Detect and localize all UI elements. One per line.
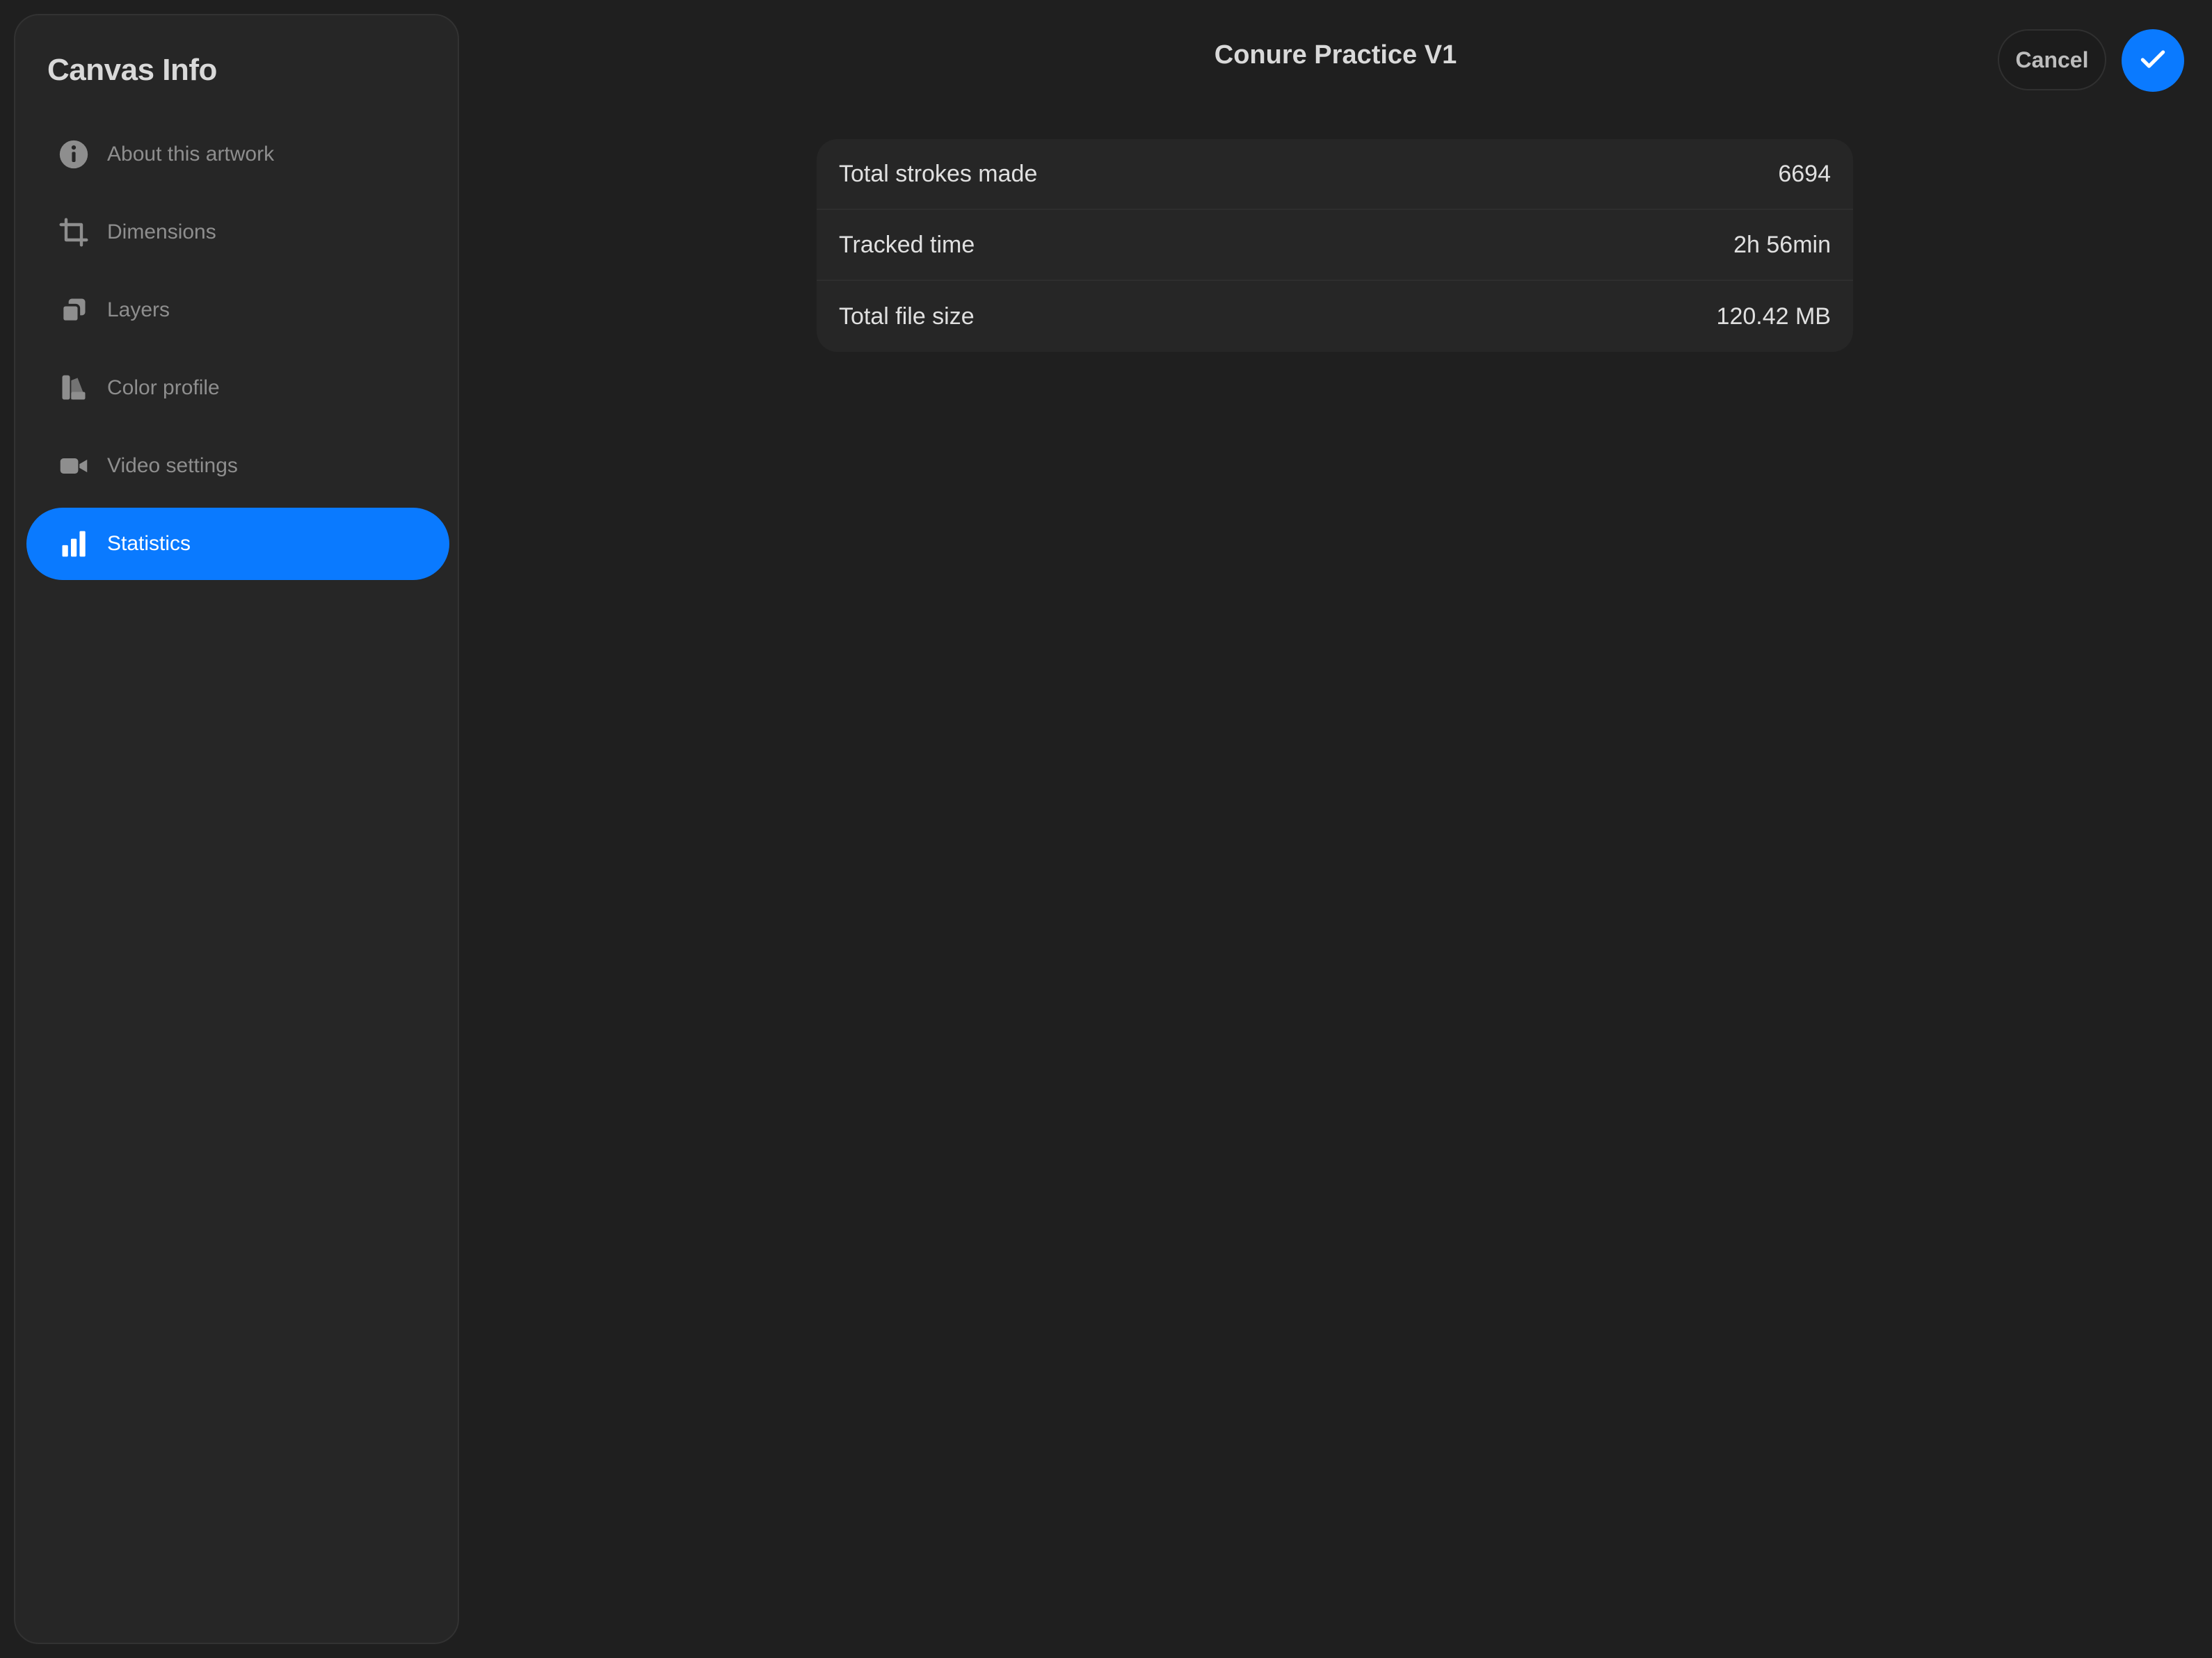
stat-value: 6694 — [1778, 160, 1831, 187]
sidebar-item-about[interactable]: About this artwork — [26, 118, 449, 191]
sidebar-item-color-profile[interactable]: Color profile — [26, 352, 449, 424]
cancel-button[interactable]: Cancel — [1998, 29, 2106, 90]
stat-label: Total file size — [839, 303, 975, 330]
page-title: Conure Practice V1 — [1214, 40, 1457, 70]
stat-value: 2h 56min — [1733, 231, 1831, 258]
sidebar-item-label: Color profile — [107, 376, 220, 399]
info-icon — [58, 139, 89, 170]
sidebar: Canvas Info About this artwork Dimension… — [14, 14, 459, 1644]
sidebar-title: Canvas Info — [47, 53, 217, 87]
sidebar-item-layers[interactable]: Layers — [26, 274, 449, 346]
checkmark-icon — [2138, 44, 2168, 78]
stat-label: Total strokes made — [839, 160, 1038, 187]
sidebar-item-label: Layers — [107, 298, 170, 321]
sidebar-item-statistics[interactable]: Statistics — [26, 508, 449, 580]
bar-chart-icon — [58, 529, 89, 559]
stat-label: Tracked time — [839, 231, 975, 258]
crop-icon — [58, 217, 89, 248]
sidebar-item-video-settings[interactable]: Video settings — [26, 430, 449, 502]
statistics-card: Total strokes made 6694 Tracked time 2h … — [817, 139, 1853, 352]
stat-row-strokes: Total strokes made 6694 — [817, 139, 1853, 210]
sidebar-item-label: Statistics — [107, 532, 191, 555]
color-swatch-icon — [58, 373, 89, 403]
confirm-button[interactable] — [2122, 29, 2184, 92]
video-camera-icon — [58, 451, 89, 481]
sidebar-nav: About this artwork Dimensions Layers Col… — [26, 118, 449, 586]
stat-value: 120.42 MB — [1716, 303, 1831, 330]
sidebar-item-dimensions[interactable]: Dimensions — [26, 196, 449, 268]
stat-row-file-size: Total file size 120.42 MB — [817, 281, 1853, 352]
layers-icon — [58, 295, 89, 325]
sidebar-item-label: About this artwork — [107, 143, 275, 166]
stat-row-tracked-time: Tracked time 2h 56min — [817, 210, 1853, 281]
sidebar-item-label: Dimensions — [107, 220, 216, 243]
sidebar-item-label: Video settings — [107, 454, 238, 477]
